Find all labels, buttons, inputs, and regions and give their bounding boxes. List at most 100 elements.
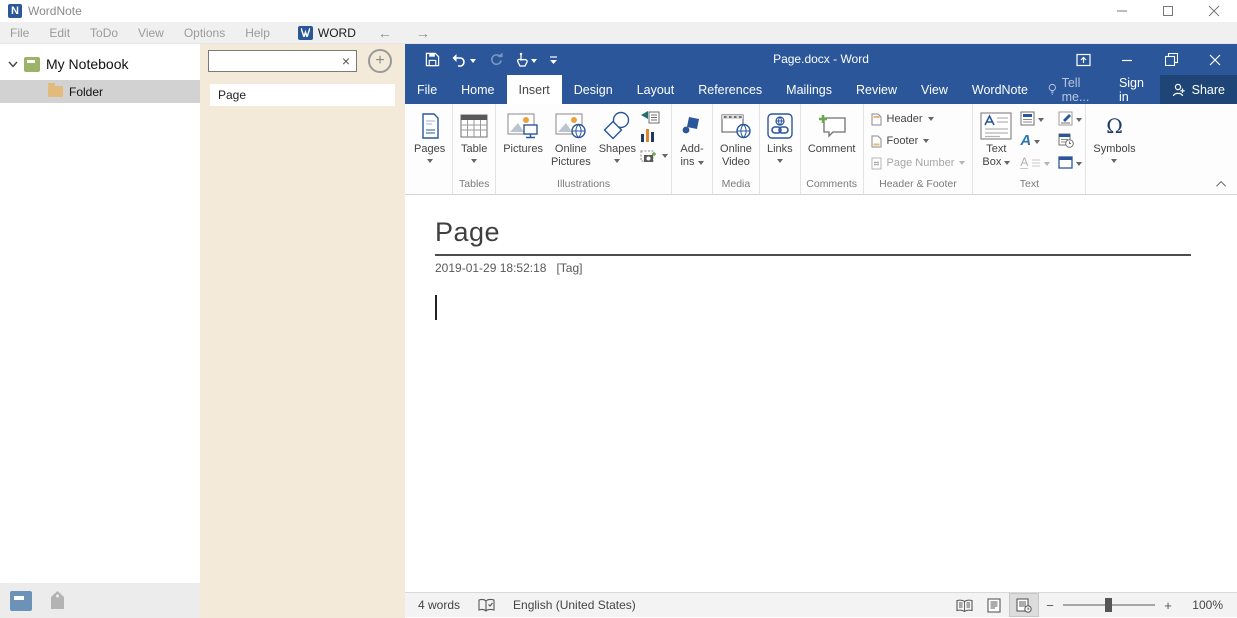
back-arrow-icon[interactable]: ← — [366, 25, 404, 41]
page-number-button-disabled[interactable]: Page Number — [871, 152, 966, 174]
notebook-view-icon[interactable] — [10, 591, 32, 611]
word-minimize-button[interactable] — [1105, 44, 1149, 75]
ribbon-group-tables: Table Tables — [453, 104, 496, 194]
page-list-item[interactable]: Page — [210, 84, 395, 106]
tab-design[interactable]: Design — [562, 75, 625, 104]
drop-cap-button-disabled[interactable]: A — [1020, 152, 1050, 173]
ribbon-group-links: Links — [760, 104, 801, 194]
tab-home[interactable]: Home — [449, 75, 506, 104]
header-dropdown-arrow — [928, 117, 934, 121]
word-count[interactable]: 4 words — [418, 598, 460, 612]
pages-button[interactable]: Pages — [410, 105, 449, 163]
word-window: Page.docx - Word File — [405, 44, 1237, 618]
web-layout-button[interactable] — [1009, 593, 1039, 617]
app-close-button[interactable] — [1191, 0, 1237, 22]
online-video-icon — [721, 109, 751, 143]
chart-button[interactable] — [640, 128, 668, 142]
header-button[interactable]: Header — [871, 108, 934, 130]
tab-file[interactable]: File — [405, 75, 449, 104]
date-time-button[interactable] — [1058, 130, 1082, 151]
menu-todo[interactable]: ToDo — [80, 22, 128, 44]
menu-edit[interactable]: Edit — [39, 22, 80, 44]
pictures-button[interactable]: Pictures — [499, 105, 547, 156]
collapse-ribbon-button[interactable] — [1215, 178, 1229, 190]
footer-button[interactable]: Footer — [871, 130, 930, 152]
add-page-button[interactable]: + — [368, 49, 392, 73]
menu-file[interactable]: File — [0, 22, 39, 44]
document-timestamp[interactable]: 2019-01-29 18:52:18 — [435, 261, 546, 275]
sign-in-button[interactable]: Sign in — [1109, 75, 1160, 104]
document-page-title[interactable]: Page — [435, 217, 1191, 256]
app-title: WordNote — [28, 4, 82, 18]
menu-options[interactable]: Options — [174, 22, 235, 44]
word-app-icon — [298, 26, 313, 40]
add-ins-button[interactable]: Add- ins — [675, 105, 709, 169]
redo-button-disabled[interactable] — [488, 52, 503, 67]
tag-icon[interactable] — [50, 591, 65, 610]
folder-icon — [48, 86, 63, 97]
zoom-level[interactable]: 100% — [1179, 598, 1223, 612]
word-menu-label: WORD — [318, 26, 356, 40]
search-box: × — [208, 50, 357, 72]
tab-mailings[interactable]: Mailings — [774, 75, 844, 104]
notebook-icon — [24, 57, 40, 72]
search-input[interactable] — [209, 52, 336, 70]
zoom-slider[interactable] — [1063, 604, 1155, 606]
app-minimize-button[interactable] — [1099, 0, 1145, 22]
table-button[interactable]: Table — [456, 105, 492, 163]
online-video-button[interactable]: Online Video — [716, 105, 756, 169]
ribbon-display-options-button[interactable] — [1061, 44, 1105, 75]
document-tag[interactable]: [Tag] — [556, 261, 582, 275]
app-titlebar: N WordNote — [0, 0, 1237, 22]
word-restore-button[interactable] — [1149, 44, 1193, 75]
tab-insert[interactable]: Insert — [507, 75, 562, 104]
tab-view[interactable]: View — [909, 75, 960, 104]
online-pictures-button[interactable]: Online Pictures — [547, 105, 595, 169]
smartart-button[interactable] — [640, 110, 668, 125]
screenshot-button[interactable] — [640, 145, 668, 167]
wordart-button[interactable]: A — [1020, 130, 1050, 151]
save-button[interactable] — [425, 52, 440, 67]
word-close-button[interactable] — [1193, 44, 1237, 75]
customize-qat-button[interactable] — [549, 55, 558, 65]
tell-me-box[interactable]: Tell me... — [1040, 75, 1109, 104]
object-button[interactable] — [1058, 152, 1082, 173]
search-clear-icon[interactable]: × — [336, 53, 356, 69]
tab-wordnote[interactable]: WordNote — [960, 75, 1040, 104]
sidebar-item-folder[interactable]: Folder — [0, 80, 200, 103]
app-maximize-button[interactable] — [1145, 0, 1191, 22]
document-area[interactable]: Page 2019-01-29 18:52:18 [Tag] — [405, 195, 1237, 592]
read-mode-button[interactable] — [949, 593, 979, 617]
ribbon-display-options-icon — [1076, 53, 1091, 67]
symbols-button[interactable]: Ω Symbols — [1089, 105, 1139, 163]
document-meta-line[interactable]: 2019-01-29 18:52:18 [Tag] — [435, 261, 1237, 275]
signature-line-button[interactable] — [1058, 108, 1082, 129]
menu-view[interactable]: View — [128, 22, 174, 44]
word-menu-tab[interactable]: WORD — [288, 26, 366, 40]
ribbon-tab-row: File Home Insert Design Layout Reference… — [405, 75, 1237, 104]
tab-review[interactable]: Review — [844, 75, 909, 104]
menu-help[interactable]: Help — [235, 22, 280, 44]
comment-button[interactable]: Comment — [804, 105, 860, 156]
share-button[interactable]: Share — [1160, 75, 1237, 104]
text-box-button[interactable]: Text Box — [976, 105, 1016, 169]
tab-references[interactable]: References — [686, 75, 774, 104]
sidebar-item-my-notebook[interactable]: My Notebook — [0, 52, 200, 76]
links-button[interactable]: Links — [763, 105, 797, 163]
undo-button[interactable] — [452, 53, 476, 67]
word-status-bar: 4 words English (United States) — [405, 592, 1237, 617]
proofing-status-icon[interactable] — [478, 598, 495, 613]
table-dropdown-arrow — [471, 159, 477, 163]
forward-arrow-icon[interactable]: → — [404, 25, 442, 41]
language-status[interactable]: English (United States) — [513, 598, 636, 612]
touch-mode-button[interactable] — [515, 52, 537, 67]
print-layout-button[interactable] — [979, 593, 1009, 617]
quick-parts-button[interactable] — [1020, 108, 1050, 129]
zoom-slider-thumb[interactable] — [1105, 598, 1112, 612]
wordart-dropdown-arrow — [1034, 140, 1040, 144]
folder-label: Folder — [69, 85, 103, 99]
shapes-button[interactable]: Shapes — [595, 105, 640, 163]
tab-layout[interactable]: Layout — [625, 75, 687, 104]
zoom-out-button[interactable]: − — [1039, 598, 1061, 613]
zoom-in-button[interactable]: + — [1157, 598, 1179, 613]
